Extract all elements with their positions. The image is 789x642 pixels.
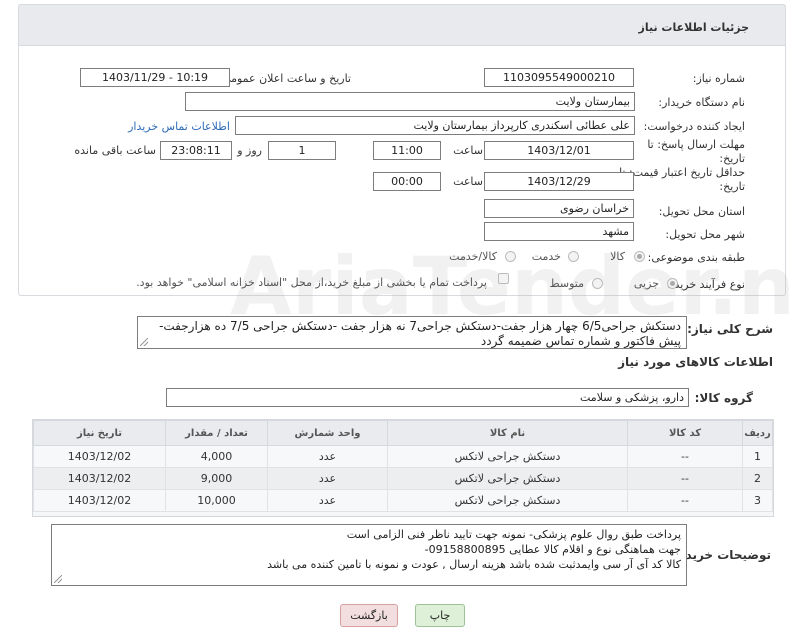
need-number-label: شماره نیاز: xyxy=(692,72,745,85)
cell-code: -- xyxy=(627,467,743,490)
need-number-field: 1103095549000210 xyxy=(484,68,634,87)
cell-unit: عدد xyxy=(267,467,388,490)
category-goods-label: کالا xyxy=(610,250,625,263)
remaining-time-field: 23:08:11 xyxy=(160,141,232,160)
cell-date: 1403/12/02 xyxy=(33,489,166,512)
page-title: جزئیات اطلاعات نیاز xyxy=(638,21,750,34)
process-minor-label: جزیی xyxy=(633,277,659,290)
col-code: کد کالا xyxy=(627,420,743,446)
province-label: استان محل تحویل: xyxy=(658,205,745,218)
remaining-label: ساعت باقی مانده xyxy=(74,144,156,157)
cell-unit: عدد xyxy=(267,445,388,468)
table-row: 1 -- دستکش جراحی لاتکس عدد 4,000 1403/12… xyxy=(33,445,773,468)
category-both-radio[interactable] xyxy=(505,251,516,262)
cell-unit: عدد xyxy=(267,489,388,512)
col-name: نام کالا xyxy=(387,420,628,446)
days-label: روز و xyxy=(237,144,262,157)
city-field: مشهد xyxy=(484,222,634,241)
col-qty: تعداد / مقدار xyxy=(165,420,268,446)
table-row: 3 -- دستکش جراحی لاتکس عدد 10,000 1403/1… xyxy=(33,489,773,512)
buyer-contact-link[interactable]: اطلاعات تماس خریدار xyxy=(128,120,230,133)
validity-date-field: 1403/12/29 xyxy=(484,172,634,191)
process-label: نوع فرآیند خرید : xyxy=(667,278,745,291)
cell-qty: 9,000 xyxy=(165,467,268,490)
category-both-label: کالا/خدمت xyxy=(449,250,497,263)
table-row: 2 -- دستکش جراحی لاتکس عدد 9,000 1403/12… xyxy=(33,467,773,490)
category-goods-radio[interactable] xyxy=(634,251,645,262)
cell-date: 1403/12/02 xyxy=(33,467,166,490)
treasury-payment-note: پرداخت تمام یا بخشی از مبلغ خرید،از محل … xyxy=(136,276,487,289)
cell-qty: 4,000 xyxy=(165,445,268,468)
print-button[interactable]: چاپ xyxy=(415,604,465,627)
creator-label: ایجاد کننده درخواست: xyxy=(643,120,745,133)
panel-header: جزئیات اطلاعات نیاز xyxy=(18,4,786,46)
goods-group-label: گروه کالا: xyxy=(694,391,753,405)
announce-label: تاریخ و ساعت اعلان عمومی: xyxy=(218,72,351,85)
process-minor-radio[interactable] xyxy=(667,278,678,289)
treasury-payment-checkbox[interactable] xyxy=(498,273,509,284)
cell-code: -- xyxy=(627,489,743,512)
goods-group-field: دارو، پزشکی و سلامت xyxy=(166,388,689,407)
col-row: ردیف xyxy=(742,420,773,446)
buyer-notes-textarea: پرداخت طبق روال علوم پزشکی- نمونه جهت تا… xyxy=(51,524,687,586)
cell-code: -- xyxy=(627,445,743,468)
announce-date-field: 1403/11/29 - 10:19 xyxy=(80,68,230,87)
items-table: ردیف کد کالا نام کالا واحد شمارش تعداد /… xyxy=(32,419,774,517)
validity-label: حداقل تاریخ اعتبار قیمت: تا تاریخ: xyxy=(619,166,745,193)
summary-textarea: دستکش جراحی6/5 چهار هزار جفت-دستکش جراحی… xyxy=(137,316,687,349)
province-field: خراسان رضوی xyxy=(484,199,634,218)
deadline-label: مهلت ارسال پاسخ: تا تاریخ: xyxy=(647,138,745,165)
category-label: طبقه بندی موضوعی: xyxy=(647,251,745,264)
creator-field: علی عطائی اسکندری کارپرداز بیمارستان ولا… xyxy=(235,116,635,135)
process-medium-label: متوسط xyxy=(549,277,584,290)
cell-qty: 10,000 xyxy=(165,489,268,512)
col-date: تاریخ نیاز xyxy=(33,420,166,446)
cell-row: 2 xyxy=(742,467,773,490)
days-count-field: 1 xyxy=(268,141,336,160)
validity-time-label: ساعت xyxy=(453,175,483,188)
deadline-time-label: ساعت xyxy=(453,144,483,157)
deadline-date-field: 1403/12/01 xyxy=(484,141,634,160)
category-service-radio[interactable] xyxy=(568,251,579,262)
process-medium-radio[interactable] xyxy=(592,278,603,289)
buyer-label: نام دستگاه خریدار: xyxy=(658,96,745,109)
cell-name: دستکش جراحی لاتکس xyxy=(387,467,628,490)
category-service-label: خدمت xyxy=(531,250,561,263)
items-section-title: اطلاعات کالاهای مورد نیاز xyxy=(618,355,773,369)
summary-label: شرح کلی نیاز: xyxy=(687,322,773,336)
cell-date: 1403/12/02 xyxy=(33,445,166,468)
back-button[interactable]: بازگشت xyxy=(340,604,398,627)
col-unit: واحد شمارش xyxy=(267,420,388,446)
cell-row: 1 xyxy=(742,445,773,468)
cell-row: 3 xyxy=(742,489,773,512)
validity-time-field: 00:00 xyxy=(373,172,441,191)
cell-name: دستکش جراحی لاتکس xyxy=(387,445,628,468)
cell-name: دستکش جراحی لاتکس xyxy=(387,489,628,512)
city-label: شهر محل تحویل: xyxy=(665,228,745,241)
deadline-time-field: 11:00 xyxy=(373,141,441,160)
buyer-field: بیمارستان ولایت xyxy=(185,92,635,111)
